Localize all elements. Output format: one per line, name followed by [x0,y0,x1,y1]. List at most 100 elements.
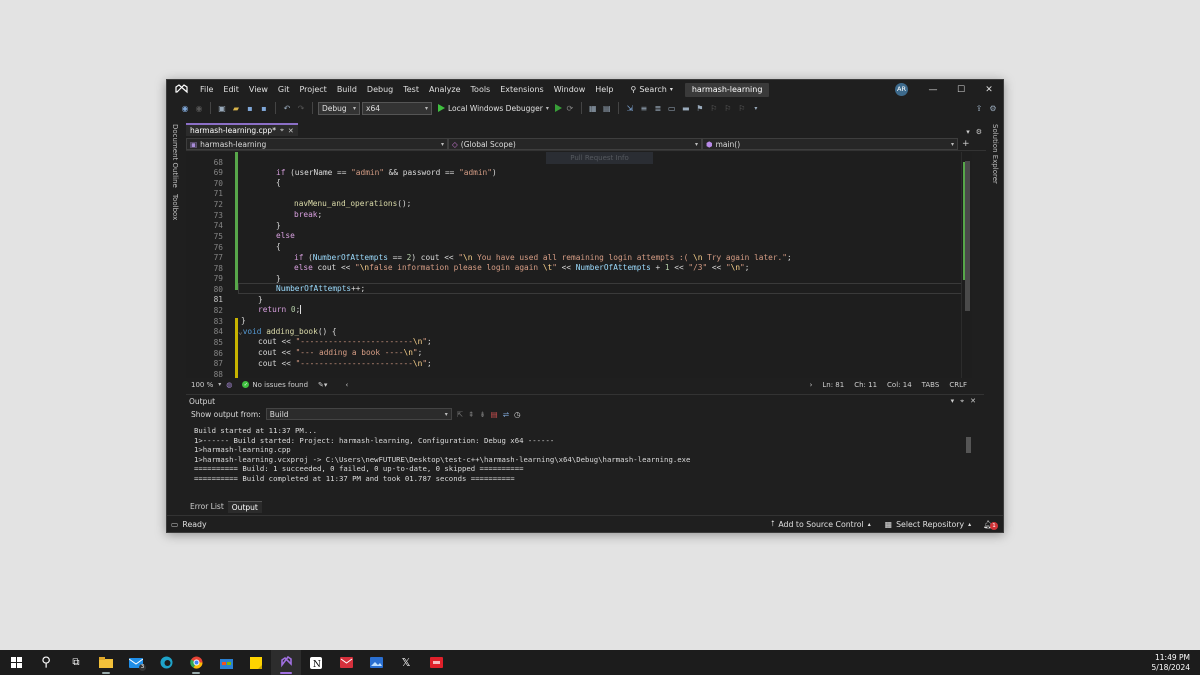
notifications-button[interactable]: 🔔︎ 1 [983,520,998,530]
member-dropdown[interactable]: ⬢ main() ▾ [702,138,958,150]
tv-app-icon[interactable] [421,650,451,675]
prev-bookmark-icon[interactable]: ⚐ [708,102,720,114]
close-button[interactable]: ✕ [975,80,1003,99]
open-folder-icon[interactable]: ▰ [230,102,242,114]
app-red-mail-icon[interactable] [331,650,361,675]
search-box[interactable]: ⚲ Search ▾ [624,80,678,99]
code-cleanup-icon[interactable]: ✎▾ [313,381,332,389]
solution-name-badge[interactable]: harmash-learning [684,82,770,97]
platform-select[interactable]: x64 ▾ [362,101,432,115]
select-repository-button[interactable]: ▦ Select Repository ▴ [885,520,971,529]
settings-icon[interactable]: ⚙ [976,128,982,136]
indent-icon[interactable]: ≡ [638,102,650,114]
copilot-icon[interactable]: ◍ [221,381,237,389]
uncomment-icon[interactable]: ▬ [680,102,692,114]
mail-icon[interactable]: 3 [121,650,151,675]
scroll-right-icon[interactable]: › [805,381,818,389]
clear-all-icon[interactable]: ▤ [491,410,498,419]
prev-message-icon[interactable]: ⇞ [468,410,474,419]
task-view-button[interactable]: ⧉ [61,650,91,675]
format-icon[interactable]: ▤ [601,102,613,114]
visual-studio-logo-icon[interactable] [167,80,195,99]
taskbar-search-button[interactable]: ⚲ [31,650,61,675]
toolbar-overflow-icon[interactable]: ▾ [750,102,762,114]
menu-view[interactable]: View [244,80,273,99]
zoom-level[interactable]: 100 % [186,381,218,389]
notion-icon[interactable]: N [301,650,331,675]
file-explorer-icon[interactable] [91,650,121,675]
menu-project[interactable]: Project [294,80,331,99]
menu-extensions[interactable]: Extensions [495,80,548,99]
undo-icon[interactable]: ↶ [281,102,293,114]
tab-error-list[interactable]: Error List [186,501,228,513]
edge-browser-icon[interactable] [151,650,181,675]
code-editor[interactable]: Pull Request Info 68 if (userName == "ad… [186,152,972,378]
save-icon[interactable]: ▪ [244,102,256,114]
menu-analyze[interactable]: Analyze [424,80,466,99]
outdent-icon[interactable]: ≣ [652,102,664,114]
project-dropdown[interactable]: ▣ harmash-learning ▾ [186,138,448,150]
menu-help[interactable]: Help [590,80,618,99]
hot-reload-icon[interactable]: ⟳ [564,102,576,114]
forward-icon[interactable]: ◉ [193,102,205,114]
sticky-notes-icon[interactable] [241,650,271,675]
menu-test[interactable]: Test [398,80,424,99]
split-editor-icon[interactable]: + [962,139,970,149]
column-indicator[interactable]: Col: 14 [882,381,917,389]
menu-tools[interactable]: Tools [466,80,496,99]
menu-file[interactable]: File [195,80,218,99]
start-without-debugging-icon[interactable] [554,104,562,112]
menu-git[interactable]: Git [273,80,295,99]
diagnostics-icon[interactable]: ▦ [587,102,599,114]
comment-icon[interactable]: ▭ [666,102,678,114]
find-message-icon[interactable]: ⇱ [457,410,463,419]
step-into-icon[interactable]: ⇲ [624,102,636,114]
menu-debug[interactable]: Debug [362,80,398,99]
chrome-browser-icon[interactable] [181,650,211,675]
add-to-source-control-button[interactable]: ⭡ Add to Source Control ▴ [771,519,871,529]
bookmark-icon[interactable]: ⚑ [694,102,706,114]
next-bookmark-icon[interactable]: ⚐ [722,102,734,114]
document-tab[interactable]: harmash-learning.cpp* ⌖ ✕ [186,123,298,136]
indent-mode[interactable]: TABS [917,381,945,389]
configuration-select[interactable]: Debug ▾ [318,101,360,115]
windows-start-button[interactable] [1,650,31,675]
menu-window[interactable]: Window [549,80,591,99]
pin-icon[interactable]: ⌖ [960,397,964,406]
microsoft-store-icon[interactable] [211,650,241,675]
scroll-left-icon[interactable]: ‹ [340,381,353,389]
line-indicator[interactable]: Ln: 81 [817,381,849,389]
issues-indicator[interactable]: ✓ No issues found [237,381,313,389]
pin-icon[interactable]: ⌖ [280,126,284,135]
menu-edit[interactable]: Edit [218,80,244,99]
document-outline-tab[interactable]: Document Outline [171,124,179,188]
line-ending[interactable]: CRLF [944,381,972,389]
tab-list-icon[interactable]: ▾ [966,128,970,136]
menu-build[interactable]: Build [332,80,362,99]
chevron-down-icon[interactable]: ▾ [951,397,955,406]
close-tab-icon[interactable]: ✕ [288,127,294,135]
output-window-icon[interactable]: ▭ [171,520,178,529]
scrollbar-thumb[interactable] [965,161,970,311]
maximize-button[interactable]: ☐ [947,80,975,99]
output-source-select[interactable]: Build ▾ [265,408,452,420]
settings-icon[interactable]: ⚙ [987,102,999,114]
solution-explorer-tab[interactable]: Solution Explorer [991,124,999,184]
editor-vertical-scrollbar[interactable] [961,152,972,378]
next-message-icon[interactable]: ⇟ [479,410,485,419]
word-wrap-icon[interactable]: ⇌ [503,410,509,419]
timestamp-icon[interactable]: ◷ [514,410,521,419]
user-avatar[interactable]: AR [895,83,908,96]
system-clock[interactable]: 11:49 PM 5/18/2024 [1152,653,1190,673]
output-vertical-scrollbar[interactable] [964,425,972,485]
visual-studio-taskbar-icon[interactable] [271,650,301,675]
minimize-button[interactable]: — [919,80,947,99]
output-log[interactable]: Build started at 11:37 PM... 1>------ Bui… [194,426,690,484]
redo-icon[interactable]: ↷ [295,102,307,114]
start-debugging-button[interactable]: Local Windows Debugger ▾ [438,104,549,113]
x-twitter-icon[interactable]: 𝕏 [391,650,421,675]
photos-app-icon[interactable] [361,650,391,675]
new-project-icon[interactable]: ▣ [216,102,228,114]
back-icon[interactable]: ◉ [179,102,191,114]
toolbox-tab[interactable]: Toolbox [171,194,179,220]
